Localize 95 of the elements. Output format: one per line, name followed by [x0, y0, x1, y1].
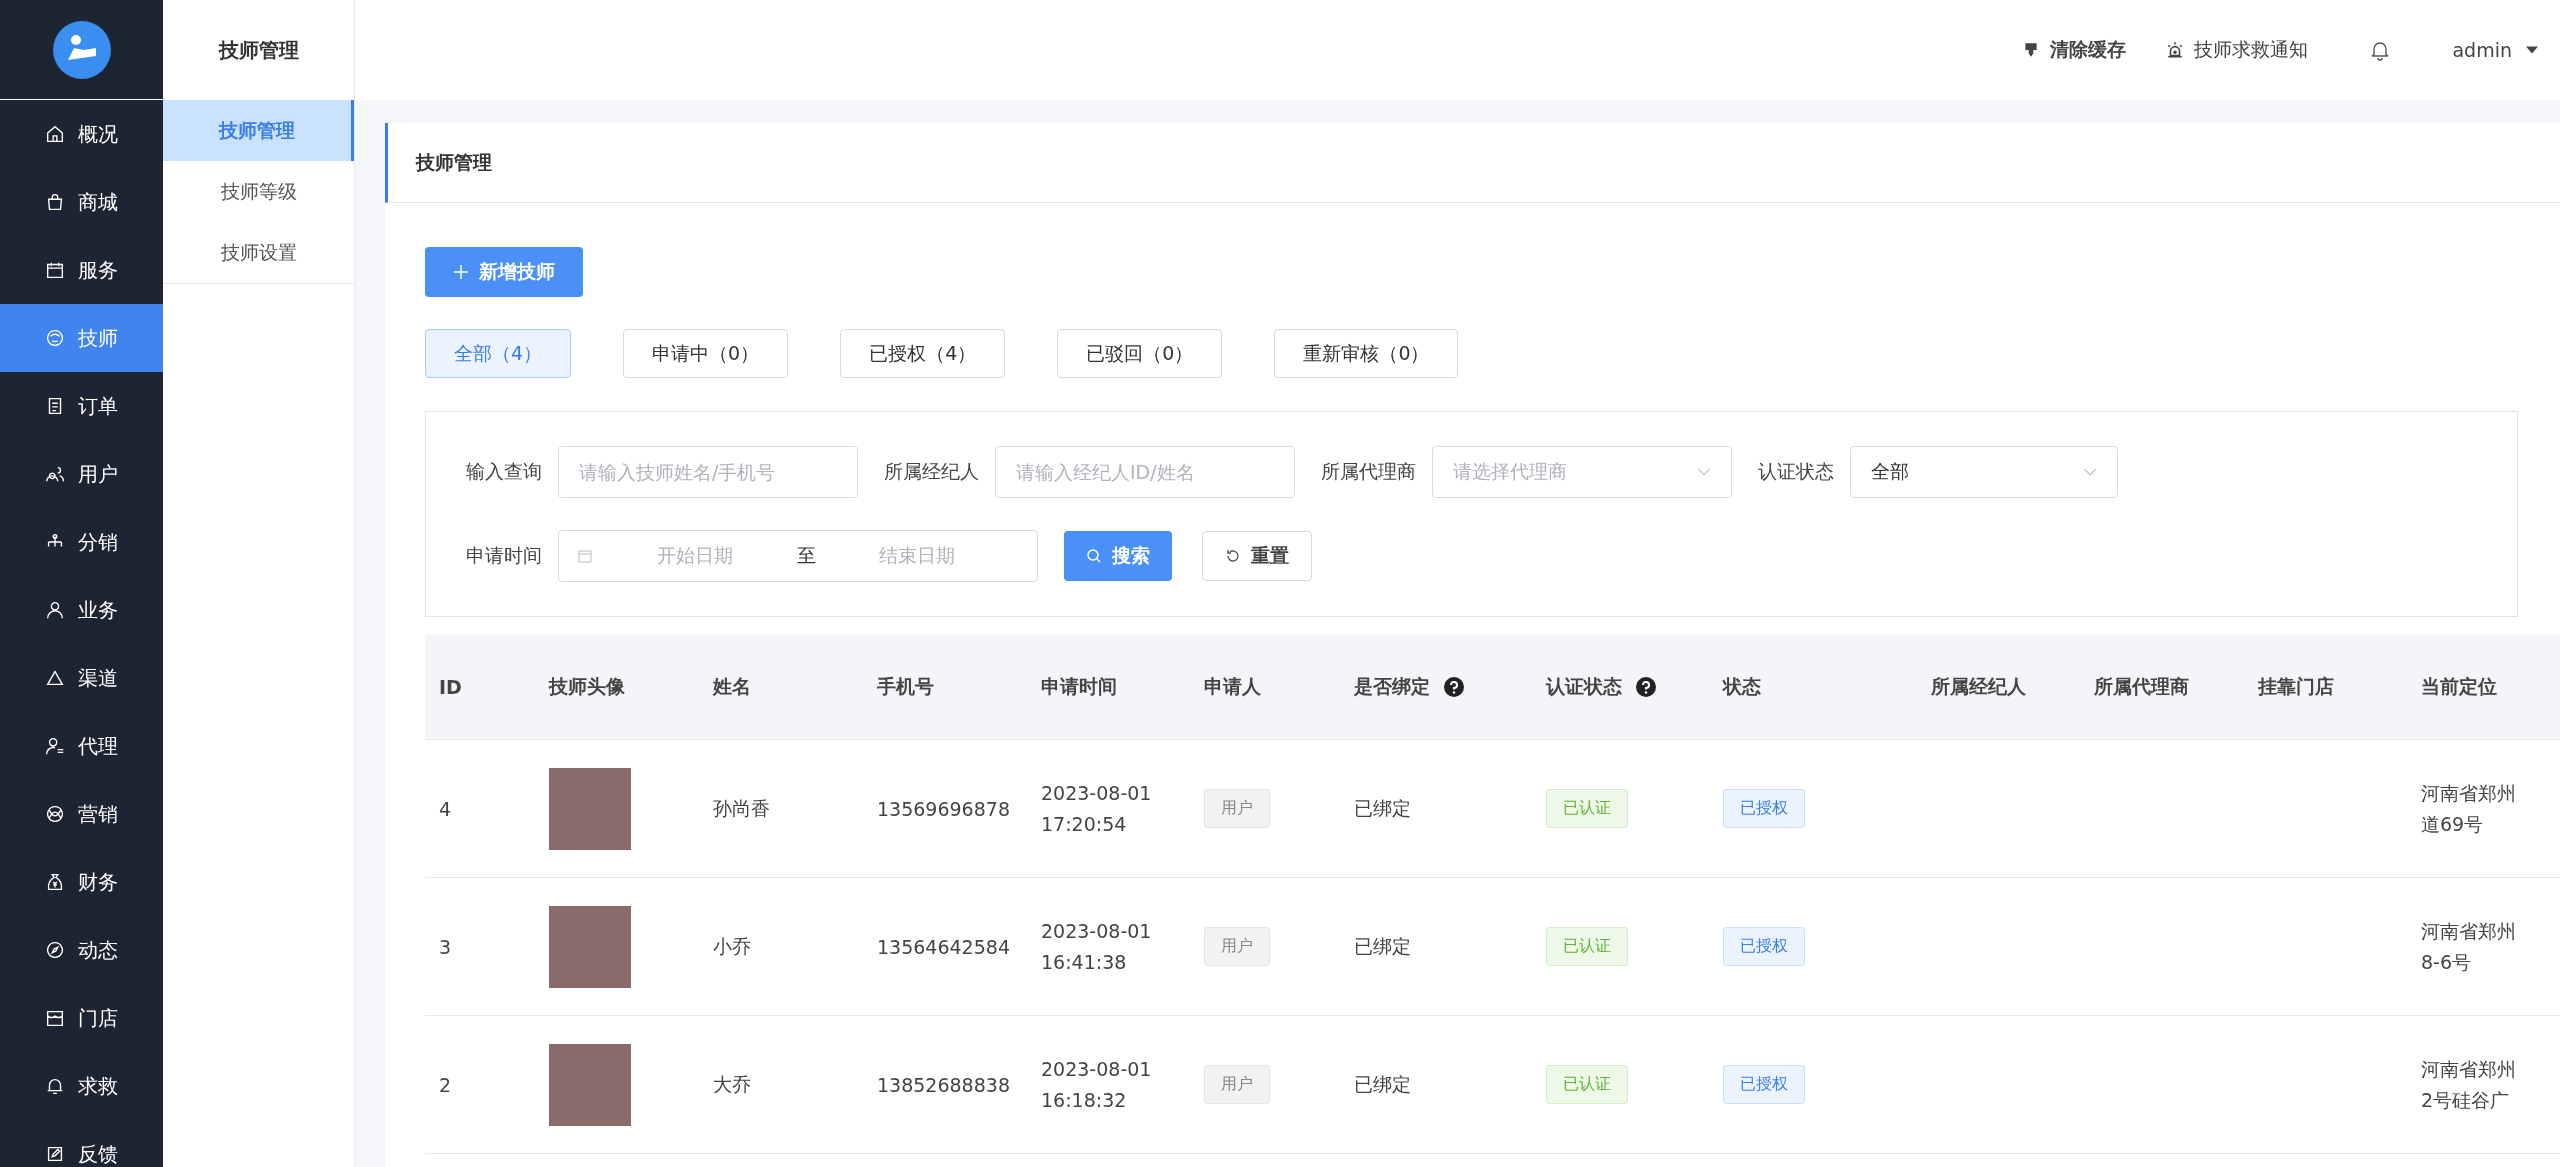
table-cell-text: 2023-08-01 16:18:32 [1041, 1056, 1153, 1113]
status-tab[interactable]: 已驳回（0） [1057, 329, 1223, 378]
user-list-icon [44, 735, 66, 757]
status-tab[interactable]: 重新审核（0） [1274, 329, 1459, 378]
status-tag: 已授权 [1723, 789, 1805, 828]
submenu-item[interactable]: 技师设置 [163, 222, 354, 283]
applicant-tag: 用户 [1204, 789, 1270, 828]
status-tag: 已授权 [1723, 1065, 1805, 1104]
clear-cache-button[interactable]: 清除缓存 [2022, 37, 2127, 63]
column-header: 手机号 [877, 674, 934, 699]
table-cell: 13569696878 [877, 797, 1010, 820]
sidebar-item[interactable]: 代理 [0, 712, 163, 780]
user-menu[interactable]: admin [2452, 39, 2538, 61]
query-label: 输入查询 [466, 459, 542, 484]
sidebar-item[interactable]: 概况 [0, 100, 163, 168]
column-header: 挂靠门店 [2258, 674, 2334, 699]
sos-notice-button[interactable]: 技师求救通知 [2166, 37, 2309, 63]
table-cell-text: 已绑定 [1354, 933, 1411, 959]
submenu-title: 技师管理 [217, 36, 300, 64]
applicant-tag: 用户 [1204, 927, 1270, 966]
table-cell-text: 小乔 [713, 933, 751, 959]
sidebar-item[interactable]: 反馈 [0, 1120, 163, 1167]
agent-label: 所属代理商 [1321, 459, 1416, 484]
table-cell-text: 已绑定 [1354, 795, 1411, 821]
column-header: 是否绑定 [1354, 674, 1430, 699]
date-range-picker[interactable]: 开始日期 至 结束日期 [558, 530, 1038, 582]
sidebar-item[interactable]: 动态 [0, 916, 163, 984]
broker-input[interactable]: 请输入经纪人ID/姓名 [995, 446, 1295, 498]
page-title: 技师管理 [416, 149, 492, 175]
reset-button[interactable]: 重置 [1202, 531, 1312, 581]
table-cell-text: 河南省郑州2号硅谷广 [2421, 1056, 2517, 1113]
query-input[interactable]: 请输入技师姓名/手机号 [558, 446, 858, 498]
table-cell: 13852688838 [877, 1073, 1010, 1096]
sidebar-item[interactable]: 营销 [0, 780, 163, 848]
auth-status-tag: 已认证 [1546, 789, 1628, 828]
submenu-item[interactable]: 技师等级 [163, 161, 354, 222]
sidebar-item[interactable]: 渠道 [0, 644, 163, 712]
sidebar-item[interactable]: 用户 [0, 440, 163, 508]
chevron-down-icon [1697, 467, 1711, 477]
table-cell-text: 2023-08-01 17:20:54 [1041, 780, 1153, 837]
apply-time-label: 申请时间 [466, 543, 542, 568]
table-cell-text: 大乔 [713, 1071, 751, 1097]
table-cell-text: 河南省郑州道69号 [2421, 780, 2517, 837]
help-icon[interactable] [1444, 677, 1464, 697]
auth-status-select[interactable]: 全部 [1850, 446, 2118, 498]
sidebar-item[interactable]: 求救 [0, 1052, 163, 1120]
table-cell-text: 河南省郑州8-6号 [2421, 918, 2517, 975]
status-tab[interactable]: 全部（4） [425, 329, 572, 378]
table-cell: 13564642584 [877, 935, 1010, 958]
sidebar-item[interactable]: 技师 [0, 304, 163, 372]
status-tab[interactable]: 申请中（0） [623, 329, 789, 378]
auth-status-tag: 已认证 [1546, 927, 1628, 966]
table-cell-text: 孙尚香 [713, 795, 770, 821]
column-header: 所属经纪人 [1931, 674, 2026, 699]
sidebar-item[interactable]: 商城 [0, 168, 163, 236]
column-header: 技师头像 [549, 674, 625, 699]
column-header: 姓名 [713, 674, 751, 699]
column-header: 申请时间 [1041, 674, 1117, 699]
search-icon [1086, 548, 1102, 564]
sidebar-item[interactable]: 业务 [0, 576, 163, 644]
refresh-icon [1225, 548, 1241, 564]
applicant-tag: 用户 [1204, 1065, 1270, 1104]
column-header: 状态 [1723, 674, 1761, 699]
column-header: 当前定位 [2421, 674, 2497, 699]
column-header: 所属代理商 [2094, 674, 2189, 699]
sidebar-item[interactable]: 服务 [0, 236, 163, 304]
sidebar-item[interactable]: 财务 [0, 848, 163, 916]
logo-icon [51, 19, 112, 80]
sidebar-item[interactable]: 门店 [0, 984, 163, 1052]
auth-status-tag: 已认证 [1546, 1065, 1628, 1104]
face-icon [44, 327, 66, 349]
status-tab[interactable]: 已授权（4） [840, 329, 1006, 378]
caret-icon [2526, 46, 2538, 54]
chevron-down-icon [2083, 467, 2097, 477]
status-tag: 已授权 [1723, 927, 1805, 966]
user-icon [44, 599, 66, 621]
table-cell-text: 已绑定 [1354, 1071, 1411, 1097]
broker-label: 所属经纪人 [884, 459, 979, 484]
column-header: ID [439, 676, 462, 698]
table-cell: 3 [439, 935, 452, 958]
help-icon[interactable] [1636, 677, 1656, 697]
table-cell: 4 [439, 797, 452, 820]
home-icon [44, 123, 66, 145]
column-header: 申请人 [1204, 674, 1261, 699]
compass-icon [44, 939, 66, 961]
plus-icon [453, 264, 469, 280]
calendar-icon [577, 548, 593, 564]
table-cell: 2 [439, 1073, 452, 1096]
sidebar-item[interactable]: 订单 [0, 372, 163, 440]
column-header: 认证状态 [1546, 674, 1622, 699]
atom-icon [44, 803, 66, 825]
auth-status-label: 认证状态 [1758, 459, 1834, 484]
alarm-light-icon [2166, 41, 2185, 59]
sidebar-item[interactable]: 分销 [0, 508, 163, 576]
table-cell-text: 2023-08-01 16:41:38 [1041, 918, 1153, 975]
